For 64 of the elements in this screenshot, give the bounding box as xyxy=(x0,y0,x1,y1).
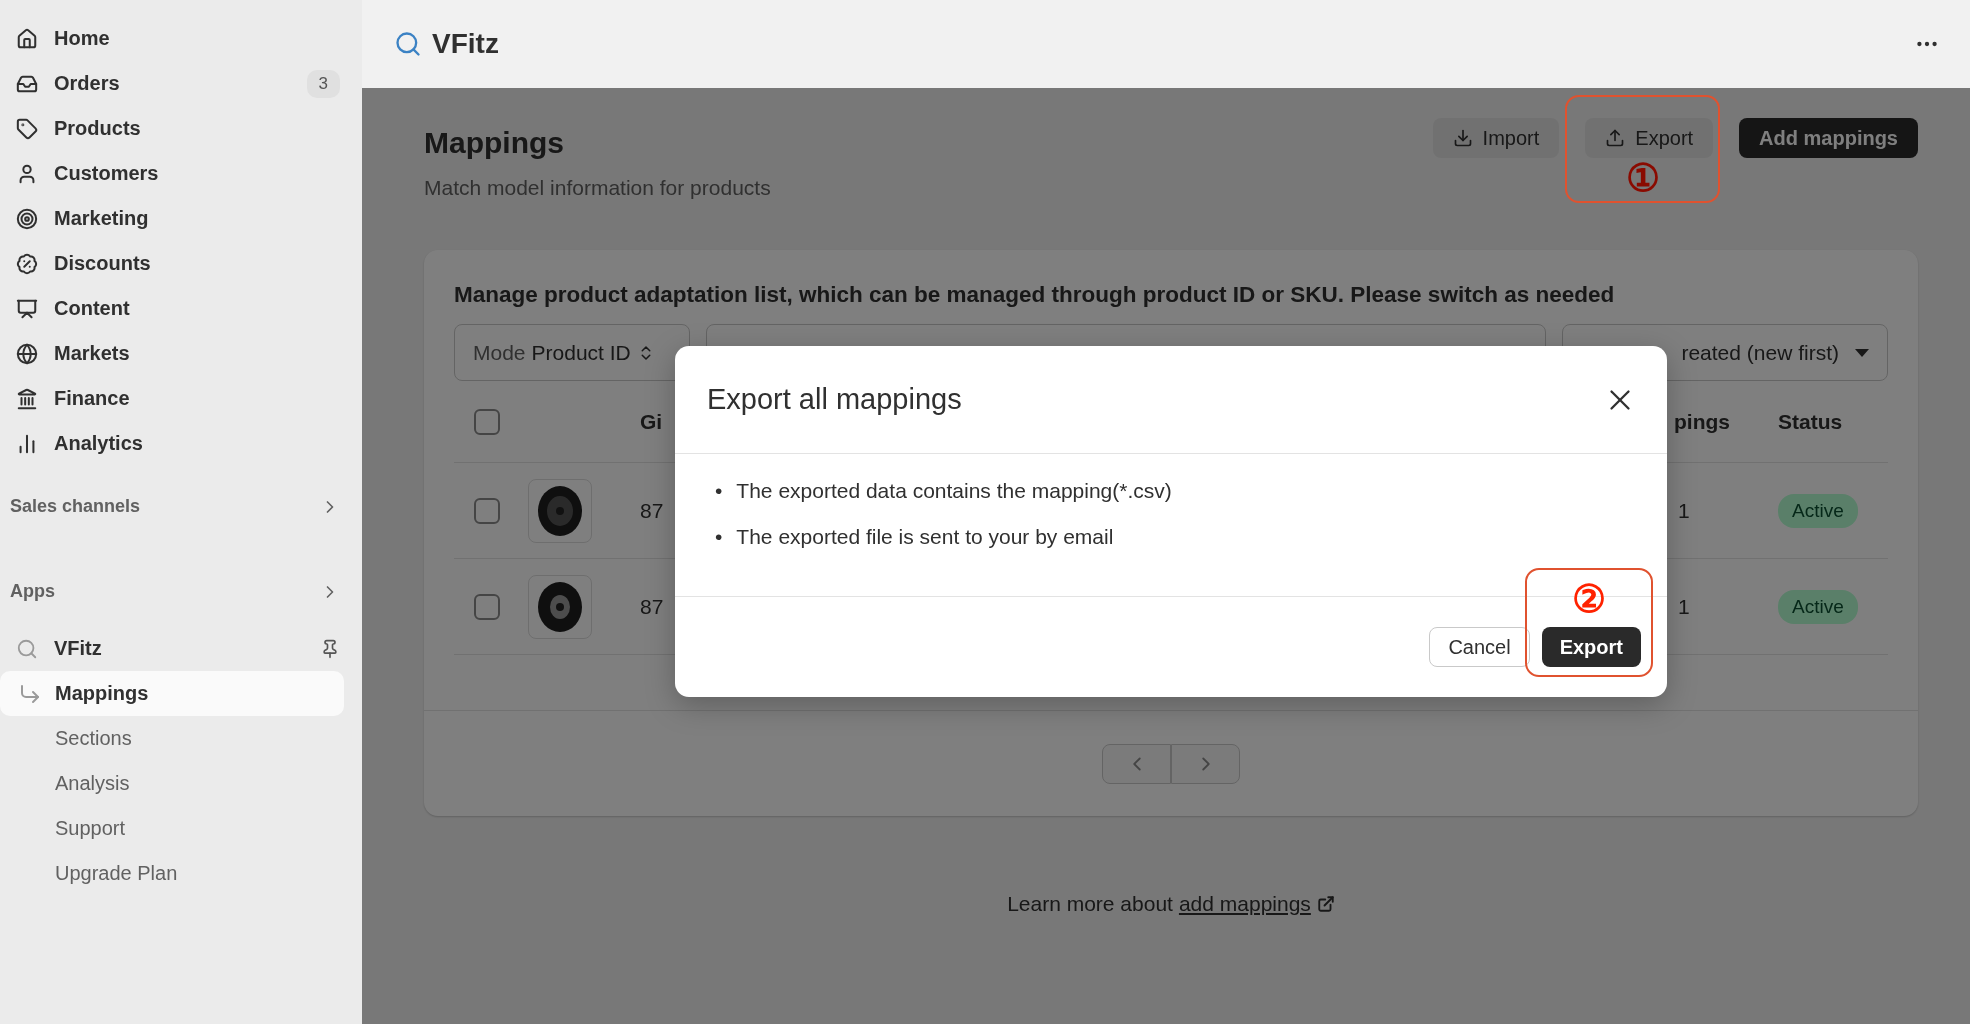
export-button[interactable]: Export xyxy=(1585,118,1714,158)
page-subtitle: Match model information for products xyxy=(424,176,771,200)
nav-icon xyxy=(16,207,38,230)
table-cell: 1 xyxy=(1678,498,1690,523)
bullet-text: The exported file is sent to your by email xyxy=(736,524,1114,550)
step-number: ② xyxy=(1572,580,1606,618)
nav-item[interactable]: Sections xyxy=(55,727,132,750)
nav-item[interactable]: Customers xyxy=(54,162,340,185)
column-header: pings xyxy=(1674,409,1730,434)
nav-item[interactable]: Upgrade Plan xyxy=(55,862,178,885)
app-title: VFitz xyxy=(432,28,500,60)
nav-item[interactable]: Analysis xyxy=(55,772,130,795)
nav-item[interactable]: Products xyxy=(54,117,340,140)
help-text: Learn more about xyxy=(1007,892,1173,916)
nav-item[interactable]: Content xyxy=(54,297,340,320)
export-button[interactable]: Export xyxy=(1541,627,1641,667)
nav-item[interactable]: Orders xyxy=(54,72,307,95)
wheel-drawing xyxy=(535,579,585,634)
nav-icon xyxy=(16,27,38,50)
nav-item[interactable]: Home xyxy=(54,27,340,50)
dropdown-caret-icon xyxy=(1855,348,1869,357)
download-icon xyxy=(1452,128,1473,148)
table-cell: 87 xyxy=(640,594,664,619)
nav-icon xyxy=(16,117,38,140)
nav-icon xyxy=(16,342,38,365)
nav-item[interactable]: Analytics xyxy=(54,432,340,455)
bullet-marker: • xyxy=(715,524,723,550)
nav-item[interactable]: Finance xyxy=(54,387,340,410)
help-link[interactable]: add mappings xyxy=(1178,892,1311,916)
nav-item[interactable]: Markets xyxy=(54,342,340,365)
section-heading[interactable]: Apps xyxy=(10,581,55,602)
nav-icon xyxy=(16,297,38,320)
selected-nav-item[interactable]: Mappings xyxy=(0,671,344,716)
dialog-title: Export all mappings xyxy=(707,383,962,416)
column-header: Gi xyxy=(640,409,663,434)
upload-icon xyxy=(1605,128,1626,148)
count-badge: 3 xyxy=(306,69,340,98)
checkbox[interactable] xyxy=(474,497,500,524)
step-number: ① xyxy=(1625,159,1660,197)
section-heading[interactable]: Sales channels xyxy=(10,496,141,517)
checkbox[interactable] xyxy=(474,593,500,620)
column-header: Status xyxy=(1778,409,1843,434)
pin-icon[interactable] xyxy=(320,638,340,659)
status-badge: Active xyxy=(1778,589,1858,624)
nav-item[interactable]: Discounts xyxy=(54,252,340,275)
app-logo-icon xyxy=(16,637,38,660)
nav-item[interactable]: Marketing xyxy=(54,207,340,230)
page-title: Mappings xyxy=(424,125,565,160)
nav-item[interactable]: VFitz xyxy=(54,637,320,660)
add-button[interactable]: Add mappings xyxy=(1739,118,1918,158)
checkbox[interactable] xyxy=(474,408,500,435)
table-cell: 1 xyxy=(1678,594,1690,619)
wheel-drawing xyxy=(535,483,585,538)
nav-icon xyxy=(16,387,38,410)
status-badge: Active xyxy=(1778,493,1858,528)
nav-icon xyxy=(16,252,38,275)
external-link-icon[interactable] xyxy=(1316,895,1335,913)
card-heading: Manage product adaptation list, which can be managed through product ID or SKU. Please switch as needed xyxy=(454,282,1616,308)
table-cell: 87 xyxy=(640,498,664,523)
app-logo-icon xyxy=(394,30,422,58)
bullet-text: The exported data contains the mapping(*.csv) xyxy=(736,478,1172,504)
import-button[interactable]: Import xyxy=(1432,118,1560,158)
bullet-marker: • xyxy=(715,478,723,504)
nav-item[interactable]: Support xyxy=(55,817,126,840)
